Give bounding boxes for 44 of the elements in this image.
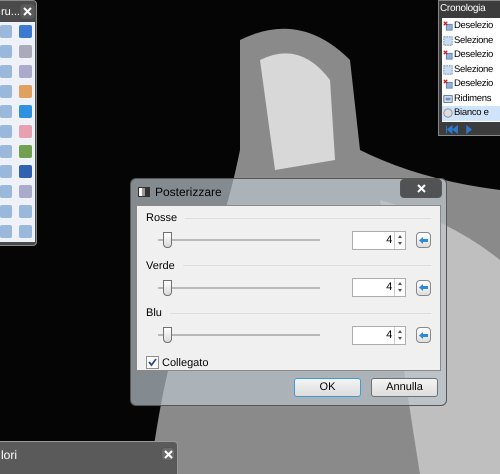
reset-button[interactable] [416, 280, 431, 296]
arrow-left-icon [419, 284, 428, 291]
reset-button[interactable] [416, 327, 431, 343]
reset-button[interactable] [416, 232, 431, 248]
gradient-icon [138, 187, 150, 197]
slider-thumb[interactable] [162, 232, 172, 248]
dialog-title: Posterizzare [155, 184, 222, 201]
resize-icon [443, 94, 453, 104]
close-icon [23, 7, 32, 16]
number-field[interactable]: 4 [352, 326, 406, 344]
channel-label: Blu [146, 306, 162, 321]
slider-thumb[interactable] [162, 327, 172, 343]
slider-track[interactable] [158, 232, 320, 248]
deselect-icon [443, 50, 453, 60]
dialog-button[interactable]: Annulla [371, 378, 438, 397]
checkbox-label: Collegato [162, 356, 208, 370]
history-item[interactable]: Bianco e [442, 106, 500, 120]
channel-label: Rosse [146, 211, 178, 226]
dialog-button[interactable]: OK [294, 378, 361, 397]
field-value: 4 [385, 328, 394, 343]
field-value: 4 [385, 232, 394, 248]
panel-title: Cronologia [439, 2, 487, 16]
window-title: lori [1, 447, 18, 464]
checkbox[interactable] [146, 356, 159, 370]
window-title: ru... [1, 5, 20, 20]
close-icon [416, 184, 426, 193]
slider-track[interactable] [158, 327, 320, 343]
arrow-left-icon [419, 236, 428, 244]
selection-icon [443, 64, 453, 75]
number-field[interactable]: 4 [352, 230, 406, 250]
circle-icon [443, 108, 453, 118]
channel-label: Verde [146, 258, 175, 274]
slider-thumb[interactable] [162, 280, 172, 296]
selection-icon [443, 36, 453, 46]
close-button[interactable] [400, 179, 442, 198]
close-button[interactable] [161, 447, 175, 461]
deselect-icon [443, 21, 453, 32]
number-field[interactable]: 4 [352, 278, 406, 297]
close-icon [164, 450, 172, 458]
field-value: 4 [385, 280, 394, 296]
deselect-icon [443, 79, 453, 90]
slider-track[interactable] [158, 280, 320, 296]
close-button[interactable] [20, 4, 35, 19]
arrow-left-icon [419, 332, 428, 338]
